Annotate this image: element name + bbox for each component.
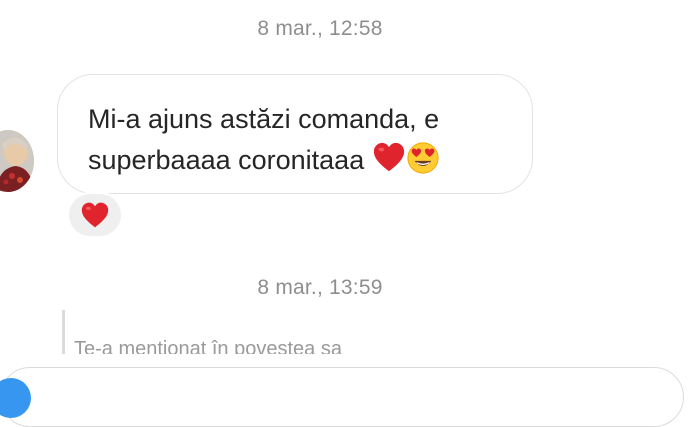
message-bubble[interactable]: Mi-a ajuns astăzi comanda, e superbaaaa … bbox=[57, 74, 533, 194]
message-text: Mi-a ajuns astăzi comanda, e superbaaaa … bbox=[88, 99, 504, 181]
camera-icon[interactable] bbox=[0, 378, 31, 418]
avatar-photo-icon bbox=[0, 130, 34, 192]
heart-eyes-emoji-icon bbox=[407, 142, 439, 174]
message-line-1: Mi-a ajuns astăzi comanda, e bbox=[88, 104, 440, 134]
message-timestamp: 8 mar., 13:59 bbox=[257, 276, 383, 299]
story-mention-text: Te-a menționat în povestea sa bbox=[74, 338, 342, 354]
quote-bar bbox=[62, 310, 65, 354]
red-heart-emoji-icon bbox=[373, 142, 404, 172]
avatar[interactable] bbox=[0, 130, 34, 192]
message-timestamp: 8 mar., 12:58 bbox=[257, 17, 383, 40]
red-heart-reaction-icon bbox=[81, 202, 109, 228]
story-mention-preview[interactable]: Te-a menționat în povestea sa bbox=[62, 310, 512, 354]
message-line-2: superbaaaa coronitaaa bbox=[88, 145, 365, 175]
reaction-badge[interactable] bbox=[67, 192, 123, 238]
message-composer[interactable] bbox=[0, 367, 684, 427]
